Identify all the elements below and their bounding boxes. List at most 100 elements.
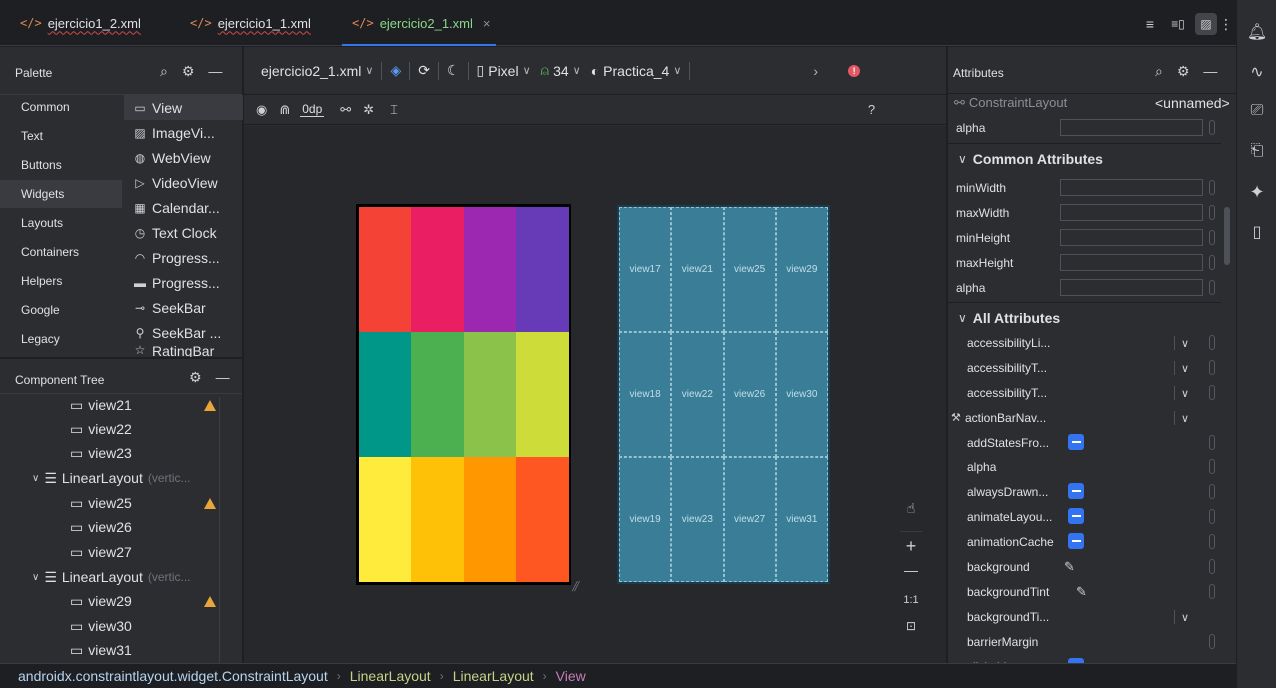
breadcrumb-linearlayout[interactable]: LinearLayout bbox=[453, 668, 534, 684]
minimize-icon[interactable]: — bbox=[216, 369, 230, 386]
tab-ejercicio1-2[interactable]: </> ejercicio1_2.xml bbox=[20, 0, 141, 46]
gemini-icon[interactable]: ✦ bbox=[1237, 182, 1276, 203]
palette-category-text[interactable]: Text bbox=[0, 122, 122, 150]
running-devices-icon[interactable]: ▯ bbox=[1237, 222, 1276, 242]
palette-item-progress-horizontal[interactable]: ▬ Progress... bbox=[124, 270, 243, 295]
api-selector[interactable]: ⍝ 34 ∨ bbox=[541, 62, 581, 79]
all-attributes-header[interactable]: ∨ All Attributes bbox=[948, 302, 1221, 332]
device-manager-icon[interactable]: ⎚ bbox=[1237, 102, 1276, 120]
palette-item-ratingbar[interactable]: ☆ RatingBar bbox=[124, 343, 243, 357]
zoom-out-button[interactable]: — bbox=[896, 562, 926, 578]
zoom-in-button[interactable]: + bbox=[896, 536, 926, 557]
search-icon[interactable]: ⌕ bbox=[160, 63, 168, 80]
palette-item-webview[interactable]: ◍ WebView bbox=[124, 145, 243, 170]
breadcrumb-constraintlayout[interactable]: androidx.constraintlayout.widget.Constra… bbox=[18, 668, 328, 684]
chevron-down-icon[interactable]: ∨ bbox=[1174, 411, 1189, 425]
warning-icon[interactable] bbox=[204, 596, 216, 607]
tree-item-view21[interactable]: ▭ view21 bbox=[70, 393, 132, 417]
checkbox-indeterminate[interactable] bbox=[1068, 483, 1084, 499]
minimize-icon[interactable]: — bbox=[1203, 63, 1217, 80]
common-attributes-header[interactable]: ∨ Common Attributes bbox=[948, 143, 1221, 173]
palette-category-layouts[interactable]: Layouts bbox=[0, 209, 122, 237]
tab-ejercicio1-1[interactable]: </> ejercicio1_1.xml bbox=[190, 0, 311, 46]
more-options-icon[interactable]: ⋮ bbox=[1219, 14, 1233, 34]
palette-item-progress-circular[interactable]: ◠ Progress... bbox=[124, 245, 243, 270]
attr-reference-button[interactable] bbox=[1209, 180, 1215, 195]
chevron-down-icon[interactable]: ∨ bbox=[32, 572, 39, 583]
attr-reference-button[interactable] bbox=[1209, 255, 1215, 270]
blueprint-view-cell[interactable]: view31 bbox=[775, 457, 828, 582]
device-selector[interactable]: ▯ Pixel ∨ bbox=[477, 62, 531, 79]
palette-category-common[interactable]: Common bbox=[0, 93, 122, 121]
blueprint-view-cell[interactable]: view19 bbox=[619, 457, 672, 582]
design-view-cell[interactable] bbox=[411, 332, 465, 457]
design-view-cell[interactable] bbox=[359, 457, 412, 582]
blueprint-view-cell[interactable]: view17 bbox=[619, 207, 672, 332]
alpha-field[interactable] bbox=[1060, 279, 1203, 296]
design-view-cell[interactable] bbox=[515, 207, 569, 332]
tree-item-view26[interactable]: ▭ view26 bbox=[70, 515, 132, 539]
breadcrumb-view[interactable]: View bbox=[556, 668, 586, 684]
design-view-cell[interactable] bbox=[411, 457, 465, 582]
maxwidth-field[interactable] bbox=[1060, 204, 1203, 221]
tab-ejercicio2-1[interactable]: </> ejercicio2_1.xml × bbox=[341, 0, 497, 46]
palette-item-view[interactable]: ▭ View bbox=[124, 95, 243, 120]
blueprint-view-cell[interactable]: view29 bbox=[775, 207, 828, 332]
palette-item-seekbar[interactable]: ⊸ SeekBar bbox=[124, 295, 243, 320]
chevron-down-icon[interactable]: ∨ bbox=[1174, 610, 1189, 624]
orientation-icon[interactable]: ⟳ bbox=[418, 62, 430, 79]
palette-item-videoview[interactable]: ▷ VideoView bbox=[124, 170, 243, 195]
minimize-icon[interactable]: — bbox=[208, 63, 222, 80]
palette-category-buttons[interactable]: Buttons bbox=[0, 151, 122, 179]
attr-reference-button[interactable] bbox=[1209, 559, 1215, 574]
error-icon[interactable]: ! bbox=[848, 64, 861, 77]
blueprint-view-cell[interactable]: view21 bbox=[671, 207, 724, 332]
zoom-actual-size-button[interactable]: 1:1 bbox=[896, 594, 926, 606]
pick-resource-icon[interactable]: ✎ bbox=[1076, 584, 1087, 600]
tree-item-view23[interactable]: ▭ view23 bbox=[70, 441, 132, 465]
attr-reference-button[interactable] bbox=[1209, 335, 1215, 350]
design-view-icon[interactable]: ▨ bbox=[1195, 13, 1217, 35]
attr-reference-button[interactable] bbox=[1209, 435, 1215, 450]
pan-hand-icon[interactable]: ☝ bbox=[896, 500, 926, 517]
palette-category-helpers[interactable]: Helpers bbox=[0, 267, 122, 295]
tree-item-view31[interactable]: ▭ view31 bbox=[70, 638, 132, 662]
palette-item-textclock[interactable]: ◷ Text Clock bbox=[124, 220, 243, 245]
design-surface-icon[interactable]: ◈ bbox=[390, 62, 401, 79]
default-margin-selector[interactable]: 0dp bbox=[300, 102, 325, 117]
palette-item-imageview[interactable]: ▨ ImageVi... bbox=[124, 120, 243, 145]
help-button[interactable]: ? bbox=[868, 102, 875, 117]
notifications-icon[interactable]: 🔔︎ bbox=[1237, 22, 1276, 42]
palette-category-containers[interactable]: Containers bbox=[0, 238, 122, 266]
gear-icon[interactable]: ⚙ bbox=[182, 63, 195, 80]
chevron-down-icon[interactable]: ∨ bbox=[1174, 336, 1189, 350]
search-icon[interactable]: ⌕ bbox=[1155, 63, 1163, 80]
tree-item-view22[interactable]: ▭ view22 bbox=[70, 417, 132, 441]
split-view-icon[interactable]: ≡▯ bbox=[1168, 14, 1188, 34]
clear-constraints-icon[interactable]: ⚯ bbox=[340, 102, 351, 118]
attr-reference-button[interactable] bbox=[1209, 584, 1215, 599]
palette-category-google[interactable]: Google bbox=[0, 296, 122, 324]
blueprint-view-cell[interactable]: view30 bbox=[775, 332, 828, 457]
attr-reference-button[interactable] bbox=[1209, 534, 1215, 549]
blueprint-view-cell[interactable]: view27 bbox=[723, 457, 776, 582]
tree-item-linearlayout[interactable]: ∨ ☰ LinearLayout (vertic... bbox=[32, 565, 191, 589]
code-view-icon[interactable]: ≡ bbox=[1140, 14, 1160, 34]
magnet-icon[interactable]: ⋒ bbox=[279, 102, 290, 118]
eye-icon[interactable]: ◉ bbox=[256, 102, 267, 118]
palette-category-widgets[interactable]: Widgets bbox=[0, 180, 122, 208]
gradle-icon[interactable]: ∿ bbox=[1237, 62, 1276, 82]
gear-icon[interactable]: ⚙ bbox=[189, 369, 202, 386]
attr-reference-button[interactable] bbox=[1209, 459, 1215, 474]
alpha-field[interactable] bbox=[1060, 119, 1203, 136]
tree-item-view25[interactable]: ▭ view25 bbox=[70, 491, 132, 515]
tree-item-linearlayout[interactable]: ∨ ☰ LinearLayout (vertic... bbox=[32, 466, 191, 490]
file-selector[interactable]: ejercicio2_1.xml ∨ bbox=[261, 63, 373, 79]
theme-selector[interactable]: ◐ Practica_4 ∨ bbox=[591, 63, 682, 79]
chevron-right-icon[interactable]: › bbox=[813, 63, 818, 79]
palette-item-seekbar-discrete[interactable]: ⚲ SeekBar ... bbox=[124, 320, 243, 345]
attr-reference-button[interactable] bbox=[1209, 484, 1215, 499]
blueprint-view-cell[interactable]: view25 bbox=[723, 207, 776, 332]
pick-resource-icon[interactable]: ✎ bbox=[1064, 559, 1075, 575]
chevron-down-icon[interactable]: ∨ bbox=[1174, 386, 1189, 400]
